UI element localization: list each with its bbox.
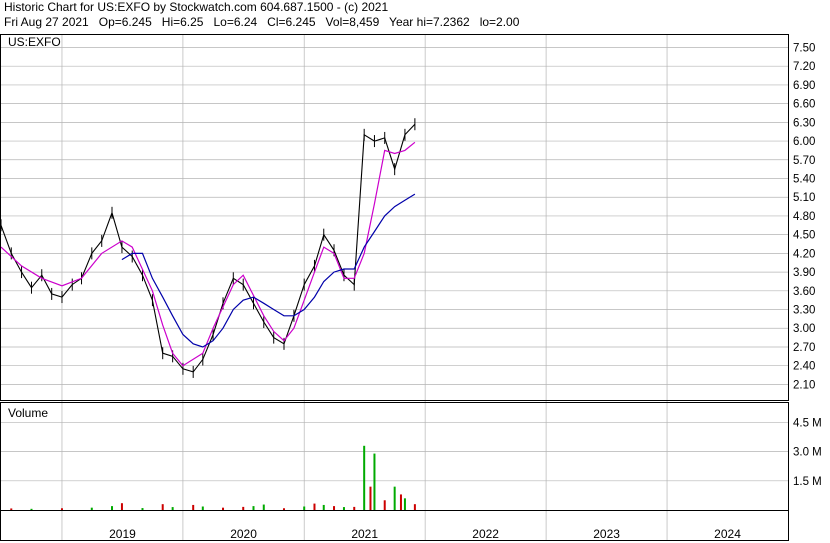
price-y-tick-label: 7.20 [793,61,815,73]
year-tick-label: 2024 [714,527,741,541]
price-y-tick-label: 5.70 [793,155,815,167]
volume-bar [222,507,225,510]
volume-bar [201,506,204,510]
volume-bar [393,486,396,510]
price-y-tick-label: 4.80 [793,211,815,223]
volume-bars [10,445,416,510]
price-y-tick-label: 6.00 [793,136,815,148]
volume-bar [141,508,144,510]
price-y-tick-labels: 7.50 7.20 6.90 6.60 6.30 6.00 5.70 5.40 5.10 4.80… [793,42,815,391]
year-tick-label: 2019 [109,527,136,541]
moving-average-short-line [0,141,416,367]
volume-bar [90,507,93,510]
volume-bar [242,506,245,510]
volume-bar [373,453,376,510]
volume-bar [252,506,255,510]
volume-bar [192,504,195,510]
volume-bar [333,506,336,510]
volume-bar [111,506,114,510]
price-y-tick-label: 2.40 [793,361,815,373]
volume-bar [363,445,366,510]
price-y-tick-label: 6.60 [793,99,815,111]
volume-bar [383,500,386,510]
volume-bar [171,507,174,510]
volume-bar [161,504,164,510]
volume-grid [1,422,788,482]
price-y-tick-label: 4.20 [793,248,815,260]
volume-bar [322,504,325,510]
volume-bar [403,498,406,510]
year-tick-label: 2022 [472,527,499,541]
volume-bar [60,508,63,510]
price-y-tick-label: 3.30 [793,305,815,317]
volume-bar [369,486,372,510]
volume-bar [120,503,123,510]
volume-panel-title: Volume [8,406,48,420]
volume-y-tick-label: 1.5 M [793,476,822,488]
volume-bar [413,504,416,510]
volume-bar [353,506,356,510]
year-tick-label: 2021 [351,527,378,541]
price-y-tick-label: 6.30 [793,117,815,129]
price-y-tick-label: 5.10 [793,192,815,204]
price-y-tick-label: 3.00 [793,323,815,335]
price-y-tick-label: 5.40 [793,174,815,186]
volume-bar [399,494,402,510]
year-tick-label: 2023 [593,527,620,541]
volume-y-tick-label: 3.0 M [793,447,822,459]
volume-bar [303,506,306,510]
volume-bar [262,504,265,510]
price-bars-line [0,123,416,373]
price-series [0,118,416,378]
price-y-tick-label: 4.50 [793,230,815,242]
price-y-tick-label: 3.60 [793,286,815,298]
volume-bar [342,507,345,510]
volume-bar [30,508,33,510]
price-y-tick-label: 2.70 [793,342,815,354]
price-y-tick-label: 7.50 [793,42,815,54]
year-tick-label: 2020 [230,527,257,541]
price-y-tick-label: 3.90 [793,267,815,279]
volume-bar [10,508,13,510]
stock-chart: US:EXFO Volume 7.50 7.20 6.90 6.60 6.30 6.00 5… [0,34,822,541]
volume-y-tick-label: 4.5 M [793,417,822,429]
volume-bar [313,503,316,510]
price-y-tick-label: 6.90 [793,80,815,92]
volume-bar [282,508,285,510]
volume-y-tick-labels: 4.5 M 3.0 M 1.5 M [793,417,822,487]
price-panel-title: US:EXFO [8,35,61,49]
price-y-tick-label: 2.10 [793,379,815,391]
price-grid [1,47,788,385]
price-panel-frame [0,34,789,401]
